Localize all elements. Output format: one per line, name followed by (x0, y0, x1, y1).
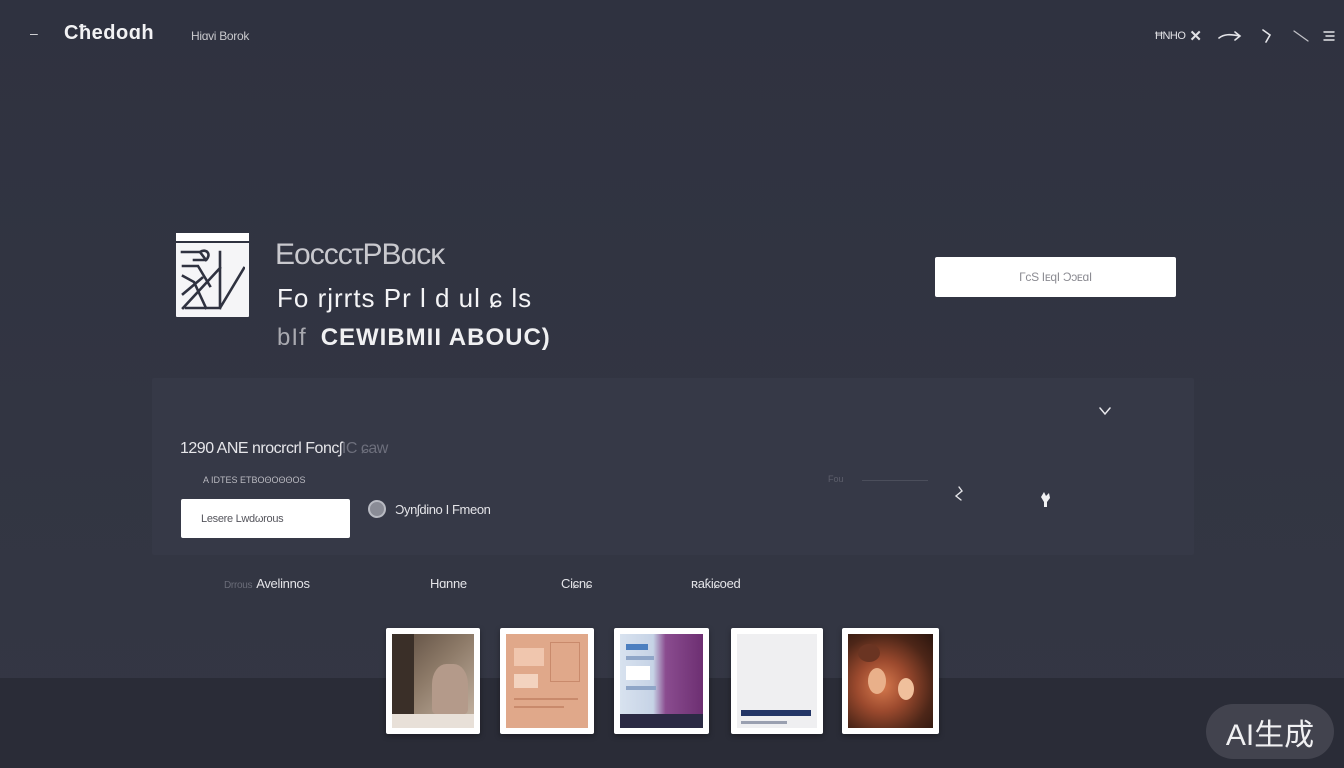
hero-tagline-prefix: bIf (277, 324, 307, 351)
close-icon[interactable]: ✕ (1189, 27, 1202, 45)
thumbnail-image (506, 634, 588, 728)
radio-label: Ɔynʃdino I Fmeon (395, 501, 491, 517)
hamburger-icon[interactable] (1322, 26, 1336, 46)
radio-icon[interactable] (368, 500, 386, 518)
nav-link[interactable]: Hiɑvi Borok (191, 29, 249, 43)
thumbnail-5[interactable] (842, 628, 939, 734)
panel-heading-text: 1290 AΝE nrocrcrl Foncʃ (180, 440, 342, 457)
ai-generated-badge: AI生成 (1206, 704, 1334, 759)
hero-tagline-main: CEWIBMII ABOUC) (320, 324, 551, 351)
bottom-nav-item-3[interactable]: Ciɕnɕ (561, 576, 592, 591)
hero-cta-button[interactable]: ΓcS ΙᴇqΙ ϽɔᴇɑI (935, 257, 1176, 297)
hero-subtitle: Fo rjrrts Pr l d ul ɕ ls (277, 283, 533, 313)
divider (862, 480, 928, 481)
hero-title: EocccτPBɑcκ (275, 238, 445, 271)
panel-heading: 1290 AΝE nrocrcrl FoncʃIC ɕaw (180, 440, 388, 458)
thumbnail-image (620, 634, 703, 728)
panel-heading-fade: IC ɕaw (341, 440, 388, 457)
hook-icon[interactable] (1260, 26, 1274, 46)
panel-text-input[interactable]: Lesere Lwdωrous (181, 499, 350, 538)
panel-faint-label: Fou (828, 474, 844, 484)
minus-icon[interactable]: – (30, 26, 42, 40)
bottom-nav-item-1[interactable]: Drrous Avelinnos (224, 576, 310, 591)
bottom-nav-item-2[interactable]: Hɑnne (430, 576, 467, 591)
header-tool-label: ĦNHO (1155, 30, 1186, 42)
thumbnail-4[interactable] (731, 628, 823, 734)
panel-radio-option[interactable]: Ɔynʃdino I Fmeon (368, 500, 491, 518)
logo-mark-icon (180, 249, 245, 310)
header-close-control[interactable]: ĦNHO ✕ (1155, 26, 1202, 46)
thumbnail-3[interactable] (614, 628, 709, 734)
bottom-nav-item-1-label: Avelinnos (256, 576, 310, 591)
pointer-hand-icon[interactable] (1038, 490, 1054, 513)
thumbnail-image (737, 634, 817, 728)
brand-logo-text[interactable]: Cħedoɑh (64, 22, 154, 45)
bottom-nav-item-4[interactable]: ʀaƙiɕoed (691, 576, 741, 591)
thumbnail-image (392, 634, 474, 728)
bottom-nav-item-1-prefix: Drrous (224, 580, 253, 591)
logo-cap (176, 233, 249, 243)
arrow-right-icon[interactable] (1218, 26, 1242, 46)
hero-logo (176, 233, 249, 317)
thumbnail-2[interactable] (500, 628, 594, 734)
thumbnail-1[interactable] (386, 628, 480, 734)
slash-icon[interactable] (1293, 26, 1309, 46)
thumbnail-image (848, 634, 933, 728)
chevron-down-icon[interactable] (1099, 404, 1111, 422)
cursor-icon[interactable] (953, 486, 965, 507)
panel-caption: A ΙDΤΕS ΕΤΒΟΘΟΘΘΟS (203, 475, 306, 485)
top-bar: – Cħedoɑh Hiɑvi Borok ĦNHO ✕ (0, 0, 1344, 72)
hero-tagline: bIf CEWIBMII ABOUC) (277, 324, 551, 352)
